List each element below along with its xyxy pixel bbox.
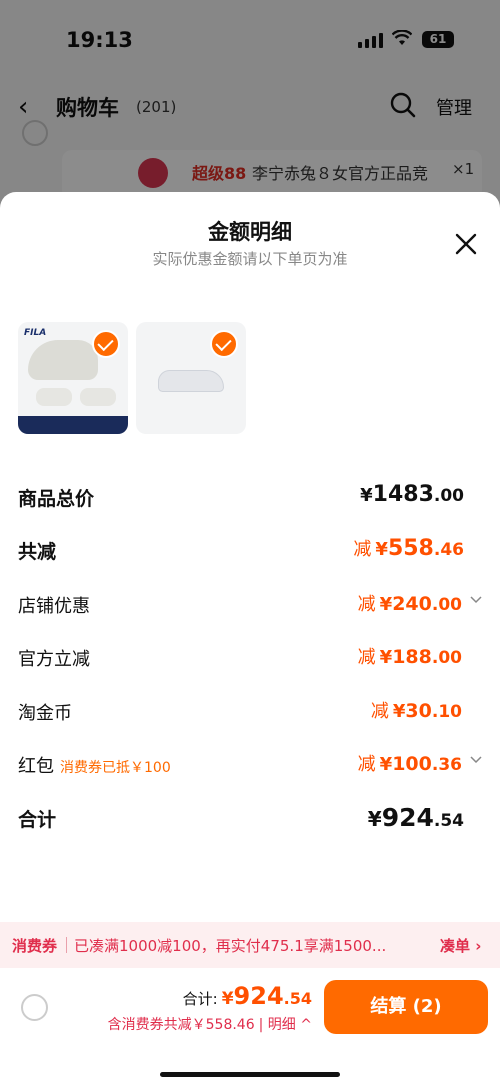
coupon-banner[interactable]: 消费券 已凑满1000减100，再实付475.1享满1500... 凑单 › [0,922,500,968]
detail-toggle[interactable]: | 明细 ^ [259,1017,312,1033]
row-value: 减 ¥100.36 [358,750,462,776]
row-taojinbi: 淘金币 减 ¥30.10 [18,699,482,729]
value-decimal: .10 [431,702,462,722]
row-label: 共减 [18,541,57,563]
product-banner [18,416,128,434]
coupon-note: 消费券已抵￥100 [60,760,171,776]
value-decimal: .46 [433,540,464,560]
currency-symbol: ¥ [392,701,406,722]
minus-prefix: 减 [353,539,372,560]
row-official-discount: 官方立减 减 ¥188.00 [18,645,482,675]
value-decimal: .00 [431,648,462,668]
value-decimal: .00 [431,595,462,615]
chevron-down-icon[interactable] [470,754,482,766]
shoe-detail-image [36,388,72,406]
row-value: 减 ¥188.00 [358,643,462,669]
currency-symbol: ¥ [221,989,234,1009]
product-thumbnail-2[interactable] [136,322,246,434]
minus-prefix: 减 [357,754,376,775]
sheet-title: 金额明细 [208,220,292,244]
currency-symbol: ¥ [379,754,393,775]
row-hongbao[interactable]: 红包 消费券已抵￥100 减 ¥100.36 [18,752,482,782]
currency-symbol: ¥ [360,485,373,506]
row-shop-discount[interactable]: 店铺优惠 减 ¥240.00 [18,592,482,622]
value-decimal: .00 [433,486,464,506]
home-indicator [160,1072,340,1077]
value-integer: 188 [392,646,432,668]
row-total-goods: 商品总价 ¥1483.00 [18,482,482,514]
currency-symbol: ¥ [375,539,388,560]
value-integer: 924 [233,982,284,1010]
row-total-discount: 共减 减 ¥558.46 [18,535,482,567]
value-decimal: .54 [433,811,464,831]
coupon-label: 消费券 [12,937,58,955]
sheet-subtitle: 实际优惠金额请以下单页为准 [152,250,348,268]
product-thumbnail-1[interactable]: FILA [18,322,128,434]
currency-symbol: ¥ [379,647,393,668]
minus-prefix: 减 [370,701,389,722]
shoe-image [158,370,224,392]
row-label: 官方立减 [18,649,90,670]
row-value: 减 ¥558.46 [353,535,464,561]
row-label: 商品总价 [18,488,95,510]
value-decimal: .54 [283,989,312,1008]
add-items-link[interactable]: 凑单 › [440,935,481,956]
coupon-text: 已凑满1000减100，再实付475.1享满1500... [74,937,387,955]
value-integer: 558 [387,536,434,561]
row-label: 红包 消费券已抵￥100 [18,752,171,778]
checkout-bar: 合计: ¥924.54 含消费券共减￥558.46 | 明细 ^ 结算 (2) [0,968,500,1087]
row-value: 减 ¥30.10 [371,697,462,723]
chevron-down-icon[interactable] [470,594,482,606]
value-integer: 240 [392,593,432,615]
checkout-button[interactable]: 结算 (2) [324,980,488,1034]
row-value: 减 ¥240.00 [358,590,462,616]
row-sum: 合计 ¥924.54 [18,803,482,835]
discount-summary[interactable]: 含消费券共减￥558.46 | 明细 ^ [108,1014,312,1034]
row-label: 合计 [18,809,57,831]
shoe-image [28,340,98,380]
row-label-text: 红包 [18,756,54,777]
value-decimal: .36 [431,755,462,775]
currency-symbol: ¥ [367,807,382,831]
total-price: 合计: ¥924.54 [183,982,312,1010]
divider [66,937,67,953]
value-integer: 100 [392,753,432,775]
checkmark-icon[interactable] [92,330,120,358]
minus-prefix: 减 [357,594,376,615]
row-value: ¥1483.00 [360,482,464,507]
discount-summary-text: 含消费券共减￥558.46 [107,1017,255,1033]
row-label: 淘金币 [18,703,72,724]
brand-logo: FILA [24,328,47,338]
dim-overlay[interactable] [0,0,500,220]
value-integer: 1483 [372,482,434,507]
value-integer: 924 [381,803,434,832]
total-label: 合计: [182,990,218,1008]
value-integer: 30 [405,700,432,722]
select-all-radio[interactable] [21,994,48,1021]
row-label: 店铺优惠 [18,596,90,617]
close-icon[interactable] [454,232,478,256]
minus-prefix: 减 [357,647,376,668]
checkmark-icon[interactable] [210,330,238,358]
row-value: ¥924.54 [368,803,464,832]
currency-symbol: ¥ [379,594,393,615]
shoe-detail-image [80,388,116,406]
